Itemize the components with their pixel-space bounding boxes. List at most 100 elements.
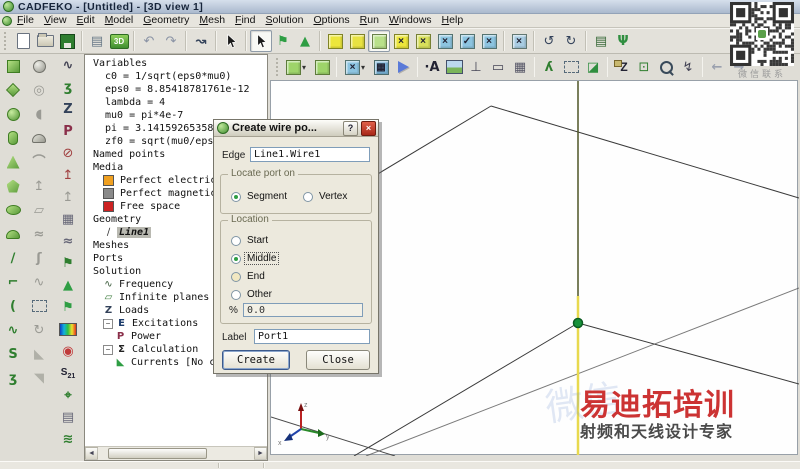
create-cylinder-button[interactable] (2, 127, 24, 149)
close-button[interactable]: Close (306, 350, 370, 370)
walk-mode-button[interactable]: ʎ (538, 56, 560, 78)
tree-item-variables[interactable]: Variables (85, 57, 267, 70)
explode-button[interactable]: × (478, 30, 500, 52)
create-line-button[interactable]: ∕ (2, 247, 24, 269)
tree-expander-icon[interactable]: − (103, 318, 113, 329)
rotate-view-button[interactable]: ↯ (677, 56, 699, 78)
radio-circle-middle[interactable] (231, 253, 241, 264)
ring-tool-button[interactable]: ◎ (28, 79, 50, 101)
tree-item-lambda-4[interactable]: lambda = 4 (85, 96, 267, 109)
loft-tool-button[interactable]: ≈ (28, 223, 50, 245)
port-label-input[interactable]: Port1 (254, 329, 370, 344)
radio-end[interactable]: End (231, 270, 267, 283)
selection-box-button[interactable] (560, 56, 582, 78)
menu-find[interactable]: Find (230, 14, 260, 27)
menu-solution[interactable]: Solution (260, 14, 308, 27)
intersect-button[interactable] (368, 30, 390, 52)
delete-geometry-dropdown-icon[interactable]: ▾ (361, 63, 365, 72)
view-back-button[interactable]: ← (706, 56, 728, 78)
create-arc-button[interactable]: ( (2, 295, 24, 317)
open-model-button[interactable] (34, 30, 56, 52)
port-marker[interactable] (572, 317, 584, 329)
sweep-tool-button[interactable]: ▱ (28, 199, 50, 221)
redo-button[interactable]: ↷ (160, 30, 182, 52)
hook-tool-button[interactable]: ⌒ (28, 151, 50, 173)
simplify-button[interactable]: ✓ (456, 30, 478, 52)
create-bezier-button[interactable]: S (2, 343, 24, 365)
sphere-section-button[interactable] (28, 55, 50, 77)
create-flare-button[interactable] (2, 79, 24, 101)
view-rect-button[interactable]: ▭ (487, 56, 509, 78)
toolbar-grip[interactable] (4, 32, 9, 50)
tree-item-eps0-8-85418781761e-12[interactable]: eps0 = 8.85418781761e-12 (85, 83, 267, 96)
union-button[interactable] (324, 30, 346, 52)
radio-circle-segment[interactable] (231, 191, 241, 202)
radiation-pattern-button[interactable]: ◉ (57, 340, 79, 362)
create-button[interactable]: Create (222, 350, 290, 370)
menu-mesh[interactable]: Mesh (194, 14, 230, 27)
toolbar-grip[interactable] (276, 58, 278, 76)
select-mode-button[interactable] (250, 30, 272, 52)
scroll-left-icon[interactable]: ◄ (85, 447, 98, 460)
subtract-button[interactable] (346, 30, 368, 52)
tree-expander-icon[interactable]: − (103, 344, 113, 355)
create-sphere-button[interactable] (2, 103, 24, 125)
colormap-tool-button[interactable] (57, 318, 79, 340)
zoom-window-button[interactable] (655, 56, 677, 78)
render-image-button[interactable] (443, 56, 465, 78)
create-cone-button[interactable] (2, 151, 24, 173)
edge-input[interactable]: Line1.Wire1 (250, 147, 370, 162)
project-tool-button[interactable] (28, 295, 50, 317)
select-pointer-button[interactable] (220, 30, 242, 52)
menu-geometry[interactable]: Geometry (138, 14, 194, 27)
scale-tool-button[interactable]: ◥ (28, 367, 50, 389)
tree-item-c0-1-sqrt-eps0-mu0[interactable]: c0 = 1/sqrt(eps0*mu0) (85, 70, 267, 83)
flag-tool-button[interactable]: ⚑ (57, 296, 79, 318)
lock-z-button[interactable]: Z (611, 56, 633, 78)
stitch-button[interactable]: × (412, 30, 434, 52)
menu-help[interactable]: Help (437, 14, 469, 27)
no-source-button[interactable]: ⊘ (57, 142, 79, 164)
rotate-right-button[interactable]: ↻ (560, 30, 582, 52)
print-tool-button[interactable]: ▤ (57, 406, 79, 428)
report-button[interactable]: ▤ (86, 30, 108, 52)
radio-start[interactable]: Start (231, 234, 270, 247)
create-cuboid-button[interactable] (2, 55, 24, 77)
menu-run[interactable]: Run (355, 14, 384, 27)
add-power-button[interactable]: P (57, 120, 79, 142)
radio-other[interactable]: Other (231, 288, 274, 301)
feko-solver-button[interactable]: Ψ (612, 30, 634, 52)
menu-view[interactable]: View (39, 14, 72, 27)
split-button[interactable]: × (390, 30, 412, 52)
cutplane-button[interactable]: ◪ (582, 56, 604, 78)
radio-middle[interactable]: Middle (231, 252, 280, 265)
radio-vertex[interactable]: Vertex (303, 190, 349, 203)
create-cube-dropdown-icon[interactable]: ▾ (302, 63, 306, 72)
rotate-left-button[interactable]: ↺ (538, 30, 560, 52)
undo-button[interactable]: ↶ (138, 30, 160, 52)
swoosh-tool-button[interactable]: ≋ (57, 428, 79, 450)
mesh-geometry-button[interactable]: ▦ (370, 56, 392, 78)
select-faces-button[interactable]: ⚑ (272, 30, 294, 52)
select-edges-button[interactable]: ▲ (294, 30, 316, 52)
run-triangle-button[interactable]: ▲ (57, 274, 79, 296)
menu-options[interactable]: Options (308, 14, 354, 27)
axes-toggle-button[interactable]: ⊥ (465, 56, 487, 78)
hemisphere-tool-button[interactable] (28, 127, 50, 149)
spin-copy-button[interactable]: × (508, 30, 530, 52)
create-helix-button[interactable]: ʒ (2, 367, 24, 389)
run-feko-button[interactable]: ↝ (190, 30, 212, 52)
copy-geometry-button[interactable] (311, 56, 333, 78)
component-list-button[interactable]: ▤ (590, 30, 612, 52)
view-3d-button[interactable]: 3D (108, 30, 130, 52)
create-ellipse-button[interactable] (2, 199, 24, 221)
title-bar[interactable]: CADFEKO - [Untitled] - [3D view 1] (0, 0, 800, 14)
radio-circle-vertex[interactable] (303, 191, 313, 202)
raise-axis-button[interactable]: ↥ (57, 164, 79, 186)
dialog-title-bar[interactable]: Create wire po... ? × (214, 120, 378, 137)
new-model-button[interactable] (12, 30, 34, 52)
create-paraboloid-button[interactable] (2, 223, 24, 245)
s-parameters-button[interactable]: S21 (57, 362, 79, 384)
menu-edit[interactable]: Edit (72, 14, 100, 27)
far-field-button[interactable]: ⌖ (57, 384, 79, 406)
